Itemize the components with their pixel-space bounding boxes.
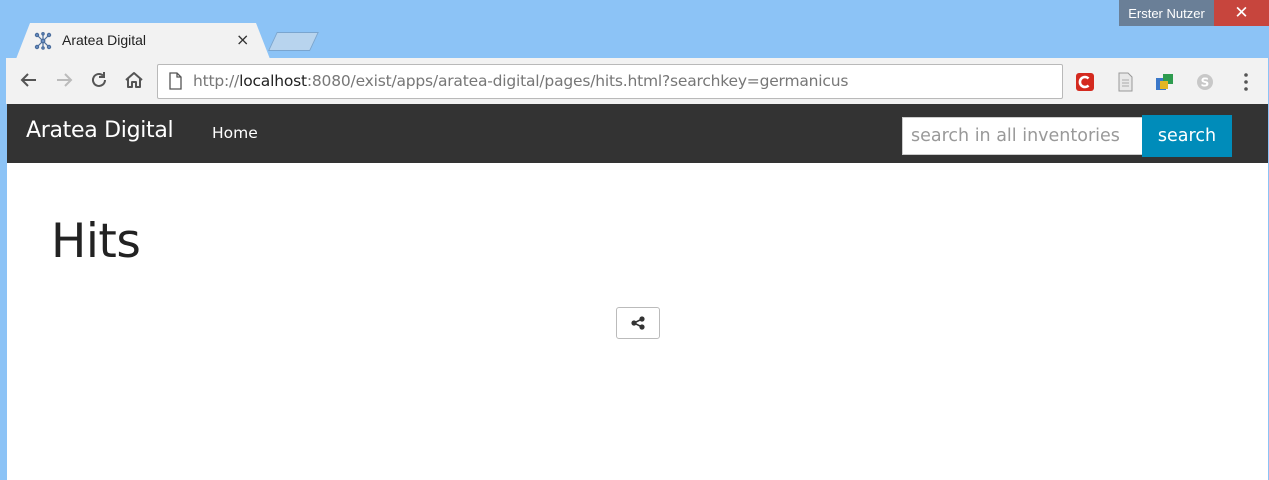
nav-home-link[interactable]: Home (212, 124, 258, 142)
tab-favicon-icon (34, 32, 52, 50)
home-icon[interactable] (123, 69, 145, 91)
page-icon (169, 72, 182, 90)
share-button[interactable] (616, 307, 660, 339)
address-url[interactable]: http://localhost:8080/exist/apps/aratea-… (193, 72, 848, 90)
site-brand-link[interactable]: Aratea Digital (26, 118, 174, 143)
c-extension-icon[interactable] (1075, 72, 1095, 92)
new-tab-button[interactable] (268, 32, 319, 51)
page-title: Hits (51, 214, 141, 269)
site-navbar: Aratea Digital Home search (7, 104, 1268, 163)
share-icon (631, 316, 645, 330)
puzzle-extension-icon[interactable] (1155, 72, 1175, 92)
back-arrow-icon[interactable] (18, 69, 40, 91)
reload-icon[interactable] (88, 69, 110, 91)
search-button[interactable]: search (1142, 115, 1232, 157)
url-scheme: http:// (193, 72, 240, 90)
url-path: :8080/exist/apps/aratea-digital/pages/hi… (306, 72, 849, 90)
kebab-menu-icon[interactable] (1236, 72, 1256, 92)
url-host: localhost (239, 72, 307, 90)
skype-extension-icon[interactable]: S (1195, 72, 1215, 92)
profile-user-button[interactable]: Erster Nutzer (1119, 0, 1214, 26)
forward-arrow-icon[interactable] (53, 69, 75, 91)
svg-text:S: S (1201, 76, 1210, 90)
search-input[interactable] (902, 117, 1143, 155)
tab-close-icon[interactable]: × (236, 30, 249, 49)
document-extension-icon[interactable] (1115, 72, 1135, 92)
window-close-button[interactable]: ✕ (1214, 0, 1269, 26)
tab-title: Aratea Digital (62, 32, 147, 48)
web-page: Aratea Digital Home search Hits (7, 104, 1268, 480)
